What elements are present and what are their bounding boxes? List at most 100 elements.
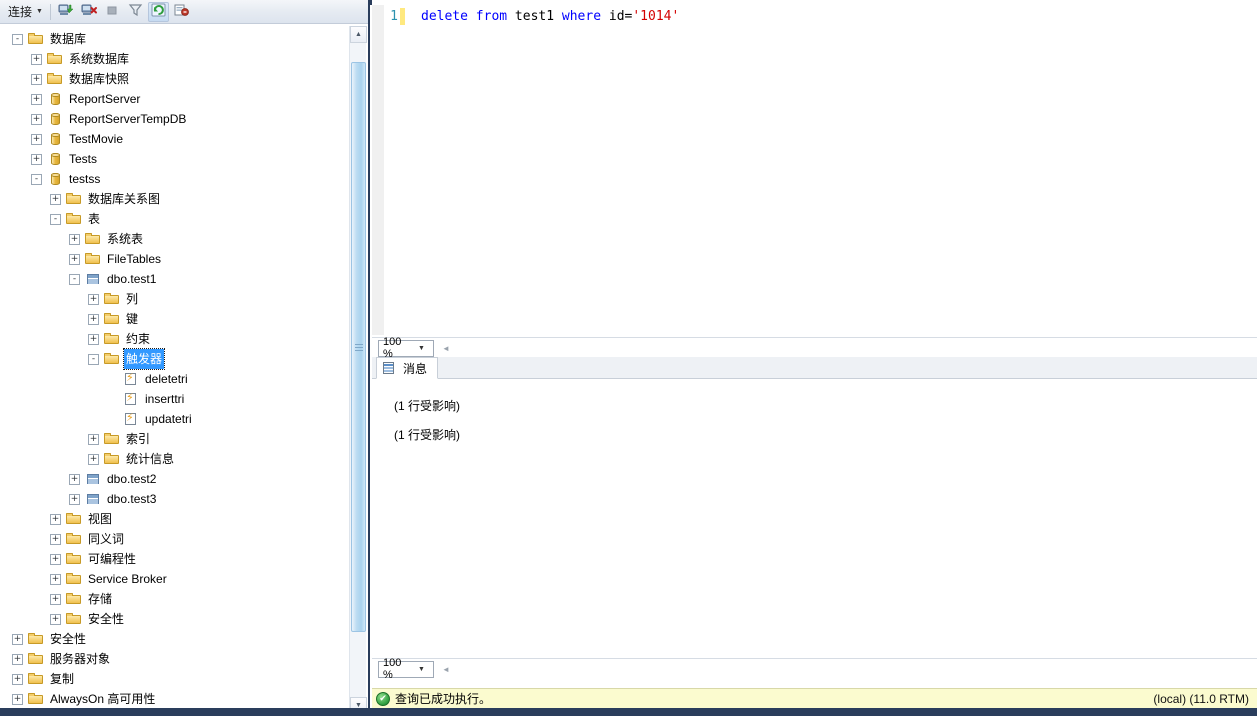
tree-node-label: 数据库关系图	[88, 192, 161, 206]
tree-node[interactable]: + 索引	[0, 429, 348, 449]
expand-toggle-icon[interactable]: +	[50, 533, 61, 545]
tree-node[interactable]: + 列	[0, 289, 348, 309]
query-status-bar: ✔ 查询已成功执行。 (local) (11.0 RTM)	[372, 688, 1257, 708]
expand-toggle-icon[interactable]: +	[12, 633, 23, 645]
expand-toggle-icon[interactable]: +	[50, 553, 61, 565]
filter-icon	[127, 2, 144, 21]
sql-code-line[interactable]: delete from test1 where id='1014'	[405, 9, 679, 24]
filter-button[interactable]	[125, 2, 146, 22]
tree-node[interactable]: -表	[0, 209, 348, 229]
expand-toggle-icon[interactable]: +	[69, 493, 80, 505]
object-explorer-scrollbar[interactable]: ▲ ▼	[349, 26, 367, 714]
expand-toggle-icon[interactable]: +	[50, 593, 61, 605]
tree-node[interactable]: + 可编程性	[0, 549, 348, 569]
tree-node[interactable]: inserttri	[0, 389, 348, 409]
disconnect-button[interactable]	[79, 2, 100, 22]
expand-toggle-icon[interactable]: +	[88, 313, 99, 325]
expand-toggle-icon[interactable]: +	[12, 653, 23, 665]
tree-node[interactable]: + Service Broker	[0, 569, 348, 589]
editor-zoom-select[interactable]: 100 % ▼	[378, 336, 434, 360]
collapse-toggle-icon[interactable]: -	[31, 173, 42, 185]
tree-node[interactable]: - 数据库	[0, 29, 348, 49]
tree-node[interactable]: + 服务器对象	[0, 649, 348, 669]
tree-node-label: 可编程性	[88, 552, 137, 566]
tree-node[interactable]: + ReportServer	[0, 89, 348, 109]
expand-toggle-icon[interactable]: +	[50, 613, 61, 625]
expand-toggle-icon[interactable]: +	[12, 693, 23, 705]
editor-nav-left-icon[interactable]: ◄	[442, 344, 450, 353]
tree-node[interactable]: + 统计信息	[0, 449, 348, 469]
expand-toggle-icon[interactable]: +	[69, 233, 80, 245]
tree-node-label: 约束	[126, 332, 151, 346]
scroll-up-arrow-icon[interactable]: ▲	[350, 26, 367, 43]
expand-toggle-icon[interactable]: +	[50, 193, 61, 205]
results-nav-left-icon[interactable]: ◄	[442, 665, 450, 674]
tree-node-label: ReportServerTempDB	[69, 112, 187, 126]
expand-toggle-icon[interactable]: +	[31, 73, 42, 85]
tree-node-label: 数据库快照	[69, 72, 130, 86]
expand-toggle-icon[interactable]: +	[12, 673, 23, 685]
report-button[interactable]	[171, 2, 192, 22]
refresh-button[interactable]	[147, 1, 169, 22]
expand-toggle-icon[interactable]: +	[31, 93, 42, 105]
tree-node-label: AlwaysOn 高可用性	[50, 692, 156, 706]
tree-node[interactable]: + 数据库快照	[0, 69, 348, 89]
tree-node[interactable]: + 键	[0, 309, 348, 329]
folder-icon	[85, 251, 101, 267]
collapse-toggle-icon[interactable]: -	[88, 353, 99, 365]
tab-messages-label: 消息	[403, 361, 428, 376]
results-zoom-select[interactable]: 100 % ▼	[378, 657, 434, 681]
tree-node[interactable]: deletetri	[0, 369, 348, 389]
connect-button[interactable]	[56, 2, 77, 22]
expand-toggle-icon[interactable]: +	[69, 253, 80, 265]
expand-toggle-icon[interactable]: +	[31, 113, 42, 125]
tree-node[interactable]: + 存储	[0, 589, 348, 609]
trigger-icon	[123, 390, 139, 407]
expand-toggle-icon[interactable]: +	[50, 513, 61, 525]
tree-node[interactable]: - dbo.test1	[0, 269, 348, 289]
tab-messages[interactable]: 消息	[376, 357, 439, 379]
tree-node[interactable]: + 同义词	[0, 529, 348, 549]
collapse-toggle-icon[interactable]: -	[50, 213, 61, 225]
tree-node[interactable]: + Tests	[0, 149, 348, 169]
tree-node[interactable]: - testss	[0, 169, 348, 189]
object-explorer-tree[interactable]: - 数据库 + 系统数据库 + 数据库快照 + ReportServer + ReportServ…	[0, 24, 368, 716]
sql-editor[interactable]: 1 delete from test1 where id='1014'	[372, 5, 1257, 335]
tree-node[interactable]: + TestMovie	[0, 129, 348, 149]
tree-node[interactable]: + 系统数据库	[0, 49, 348, 69]
tree-node[interactable]: + 系统表	[0, 229, 348, 249]
expand-toggle-icon[interactable]: +	[31, 153, 42, 165]
stop-button[interactable]	[102, 2, 123, 22]
collapse-toggle-icon[interactable]: -	[69, 273, 80, 285]
tree-node[interactable]: + 安全性	[0, 609, 348, 629]
collapse-toggle-icon[interactable]: -	[12, 33, 23, 45]
tree-node-label: Service Broker	[88, 572, 167, 586]
messages-output[interactable]: (1 行受影响) (1 行受影响)	[372, 379, 1257, 657]
tree-node[interactable]: + 数据库关系图	[0, 189, 348, 209]
tree-node[interactable]: + ReportServerTempDB	[0, 109, 348, 129]
tree-node-label: 索引	[126, 432, 151, 446]
tree-node[interactable]: + dbo.test2	[0, 469, 348, 489]
expand-toggle-icon[interactable]: +	[88, 333, 99, 345]
expand-toggle-icon[interactable]: +	[31, 53, 42, 65]
tree-node[interactable]: + FileTables	[0, 249, 348, 269]
expand-toggle-icon[interactable]: +	[31, 133, 42, 145]
expand-toggle-icon[interactable]: +	[88, 293, 99, 305]
expand-toggle-icon[interactable]: +	[69, 473, 80, 485]
expand-toggle-icon[interactable]: +	[88, 433, 99, 445]
tree-node[interactable]: - 触发器	[0, 348, 348, 370]
tree-node[interactable]: + dbo.test3	[0, 489, 348, 509]
expand-toggle-icon[interactable]: +	[50, 573, 61, 585]
connect-menu-button[interactable]: 连接 ▼	[5, 1, 46, 22]
tree-node[interactable]: + 视图	[0, 509, 348, 529]
tree-node[interactable]: + 安全性	[0, 629, 348, 649]
scrollbar-thumb[interactable]	[351, 62, 366, 632]
tree-node[interactable]: + 约束	[0, 329, 348, 349]
tree-node[interactable]: updatetri	[0, 409, 348, 429]
expand-toggle-icon[interactable]: +	[88, 453, 99, 465]
editor-line-1: 1 delete from test1 where id='1014'	[372, 8, 679, 25]
tree-node[interactable]: + AlwaysOn 高可用性	[0, 689, 348, 709]
tree-node[interactable]: + 复制	[0, 669, 348, 689]
